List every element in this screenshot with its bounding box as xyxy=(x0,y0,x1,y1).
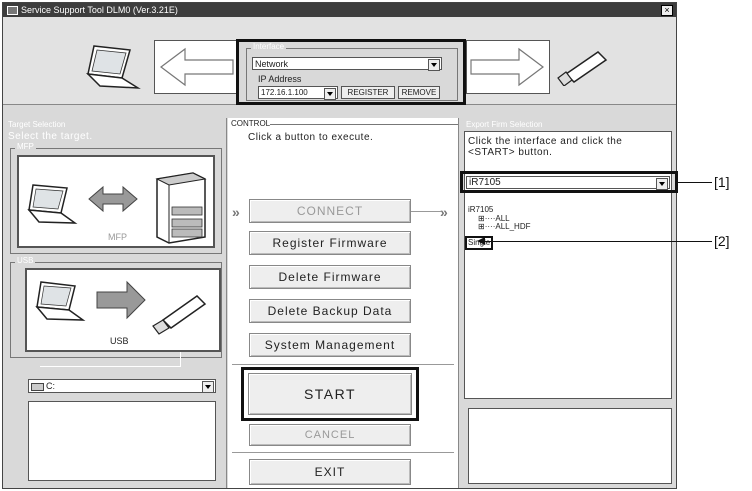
connect-rule xyxy=(411,211,441,212)
exit-button[interactable]: EXIT xyxy=(249,459,411,485)
ip-address-value: 172.16.1.100 xyxy=(261,88,308,97)
callout-2-line xyxy=(484,241,712,242)
tree-root: iR7105 xyxy=(468,205,494,214)
connect-button[interactable]: CONNECT xyxy=(249,199,411,223)
ip-address-select[interactable]: 172.16.1.100 xyxy=(258,86,338,100)
target-selection-legend: Target Selection xyxy=(8,120,66,129)
interface-legend: Interface xyxy=(251,42,287,52)
remove-ip-button[interactable]: REMOVE xyxy=(398,86,440,99)
chevron-right-icon: » xyxy=(440,204,448,220)
exit-divider xyxy=(232,452,454,453)
right-arrow-box xyxy=(466,40,550,94)
register-ip-button[interactable]: REGISTER xyxy=(341,86,395,99)
control-top-rule xyxy=(270,124,458,125)
control-legend: CONTROL xyxy=(231,119,271,128)
ip-address-label: IP Address xyxy=(258,74,302,84)
export-secondary-box xyxy=(468,408,672,484)
model-value: iR7105 xyxy=(469,177,501,188)
export-legend: Export Firm Selection xyxy=(466,120,543,129)
control-instruction: Click a button to execute. xyxy=(248,132,374,143)
interface-type-value: Network xyxy=(255,59,289,69)
laptop-icon xyxy=(82,44,144,92)
delete-backup-data-button[interactable]: Delete Backup Data xyxy=(249,299,411,323)
chevron-down-icon[interactable] xyxy=(428,59,440,71)
chevron-down-icon[interactable] xyxy=(324,88,336,100)
close-button[interactable]: × xyxy=(661,5,673,16)
drive-value: C: xyxy=(46,381,55,391)
export-instruction: Click the interface and click the <START… xyxy=(468,136,623,158)
left-arrow-box xyxy=(154,40,238,94)
chevron-down-icon[interactable] xyxy=(202,381,214,393)
mfp-caption: MFP xyxy=(108,232,127,242)
interface-type-select[interactable]: Network xyxy=(252,57,442,71)
callout-2-label: [2] xyxy=(714,233,730,249)
plus-icon[interactable]: ⊞ xyxy=(478,222,485,231)
arrow-left-icon xyxy=(160,47,234,87)
usb-stick-icon xyxy=(552,46,612,87)
callout-1-label: [1] xyxy=(714,174,730,190)
start-button[interactable]: START xyxy=(248,373,412,415)
usb-legend: USB xyxy=(15,256,36,266)
tree-node-all-hdf[interactable]: ⊞····ALL_HDF xyxy=(478,222,530,231)
usb-caption: USB xyxy=(110,336,129,346)
usb-connector-line xyxy=(180,352,181,366)
register-firmware-button[interactable]: Register Firmware xyxy=(249,231,411,255)
mfp-legend: MFP xyxy=(15,142,36,152)
chevron-down-icon[interactable] xyxy=(656,178,668,190)
callout-2-arrowhead xyxy=(477,237,485,245)
cancel-button[interactable]: CANCEL xyxy=(249,424,411,446)
arrow-right-icon xyxy=(470,47,544,87)
model-select[interactable]: iR7105 xyxy=(466,176,670,190)
delete-firmware-button[interactable]: Delete Firmware xyxy=(249,265,411,289)
title-bar: Service Support Tool DLM0 (Ver.3.21E) × xyxy=(3,3,676,17)
drive-icon xyxy=(31,382,44,391)
usb-connector-line-h xyxy=(40,366,181,367)
chevron-right-icon: » xyxy=(232,204,240,220)
start-divider xyxy=(232,364,454,365)
tree-node-label: ALL_HDF xyxy=(495,222,531,231)
system-management-button[interactable]: System Management xyxy=(249,333,411,357)
drive-select[interactable]: C: xyxy=(28,379,216,393)
drive-contents-list[interactable] xyxy=(28,401,216,481)
window-icon xyxy=(7,6,18,15)
window-title: Service Support Tool DLM0 (Ver.3.21E) xyxy=(21,5,178,15)
callout-1-line xyxy=(678,182,712,183)
